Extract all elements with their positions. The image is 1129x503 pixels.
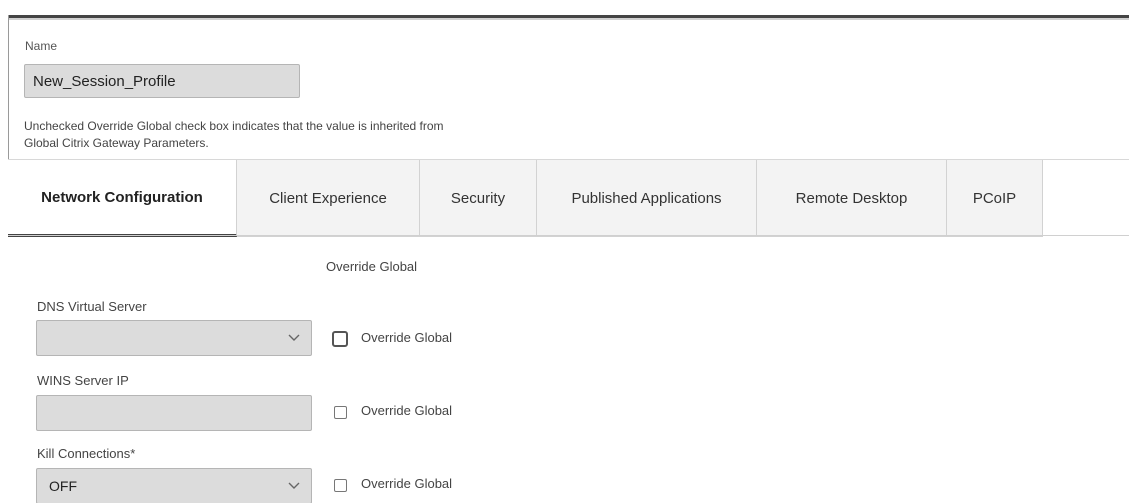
kill-connections-select[interactable]: OFF [36,468,312,503]
kill-connections-value: OFF [49,478,77,494]
dns-override-global-checkbox[interactable] [332,331,348,347]
wins-override-global-checkbox[interactable] [334,406,347,419]
override-note-line-2: Global Citrix Gateway Parameters. [24,136,209,150]
dns-virtual-server-label: DNS Virtual Server [37,299,147,314]
dns-virtual-server-select[interactable] [36,320,312,356]
tab-security[interactable]: Security [420,160,537,237]
tab-published-applications[interactable]: Published Applications [537,160,757,237]
chevron-down-icon [288,482,300,489]
kill-connections-override-global-checkbox[interactable] [334,479,347,492]
kill-connections-label: Kill Connections* [37,446,136,461]
tab-remote-desktop[interactable]: Remote Desktop [757,160,947,237]
tab-bar-filler [1043,159,1129,236]
kill-connections-override-global-label: Override Global [361,476,453,491]
name-input[interactable] [24,64,300,98]
wins-override-global-label: Override Global [361,403,453,418]
name-label: Name [25,39,58,53]
tab-pcoip[interactable]: PCoIP [947,160,1043,237]
chevron-down-icon [288,334,300,341]
tab-bar: Network Configuration Client Experience … [8,159,1043,237]
tab-bar-underline [8,235,1129,236]
panel-top-shadow [8,18,1129,20]
wins-server-ip-label: WINS Server IP [37,373,129,388]
override-global-column-header: Override Global [326,259,418,274]
tab-client-experience[interactable]: Client Experience [237,160,420,237]
wins-server-ip-input[interactable] [36,395,312,431]
tab-network-configuration[interactable]: Network Configuration [8,160,237,237]
override-note: Unchecked Override Global check box indi… [24,118,584,152]
dns-override-global-label: Override Global [361,330,453,345]
override-note-line-1: Unchecked Override Global check box indi… [24,119,444,133]
